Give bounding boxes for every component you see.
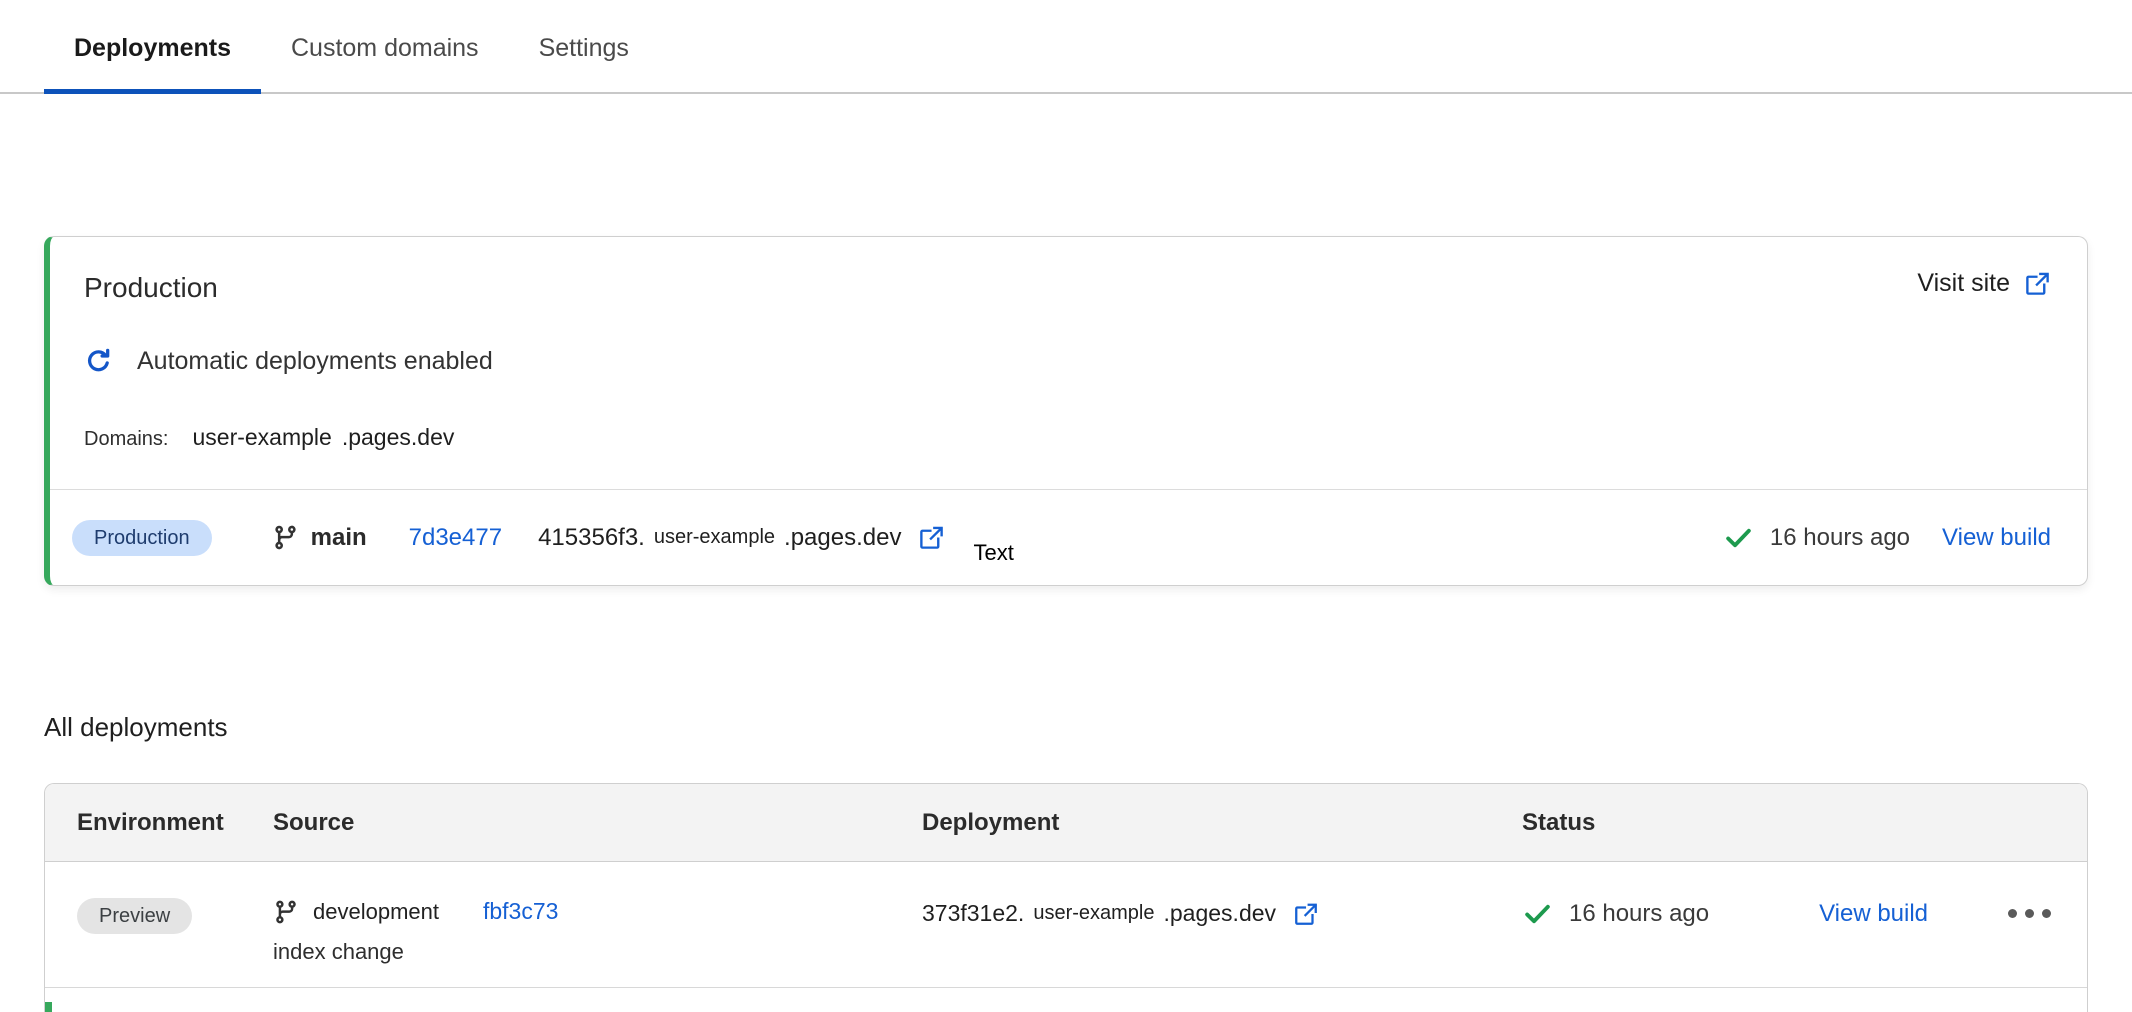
production-card-info: Production Visit site (50, 237, 2087, 489)
deployment-url-name: user-example (654, 526, 775, 549)
production-deployment-row: Production main 7d3e477 415356f3. user-e… (50, 489, 2087, 585)
environment-badge: Production (72, 520, 212, 556)
domains-label: Domains: (84, 428, 168, 451)
table-header: Environment Source Deployment Status (45, 784, 2087, 862)
external-link-icon[interactable] (1293, 901, 1319, 927)
commit-link[interactable]: fbf3c73 (483, 898, 558, 925)
deployments-page: Deployments Custom domains Settings Prod… (0, 0, 2132, 1012)
commit-link[interactable]: 7d3e477 (409, 524, 502, 552)
deployment-note: Text (973, 540, 1013, 566)
deployment-time: 16 hours ago (1569, 900, 1709, 928)
column-header-source: Source (273, 809, 922, 837)
git-branch-icon (272, 524, 299, 551)
deployment-url: 373f31e2. user-example .pages.dev (922, 898, 1522, 927)
column-header-environment: Environment (77, 809, 273, 837)
check-icon (1723, 522, 1754, 553)
git-branch-icon (273, 899, 299, 925)
domain-name: user-example (192, 424, 331, 451)
branch-name: development (313, 899, 439, 925)
view-build-link[interactable]: View build (1819, 900, 1928, 928)
column-header-status: Status (1522, 809, 2087, 837)
deployment-url: 415356f3. user-example .pages.dev (538, 524, 945, 552)
next-row-accent-sliver (45, 1002, 52, 1012)
deployment-url-hash: 373f31e2. (922, 900, 1024, 927)
external-link-icon (2024, 270, 2051, 297)
auto-deployments-text: Automatic deployments enabled (137, 347, 493, 376)
tab-deployments[interactable]: Deployments (44, 0, 261, 94)
check-icon (1522, 898, 1553, 929)
production-card-title: Production (84, 269, 218, 307)
view-build-link[interactable]: View build (1942, 524, 2051, 552)
column-header-deployment: Deployment (922, 809, 1522, 837)
deployment-url-suffix: .pages.dev (784, 524, 901, 552)
production-card: Production Visit site (44, 236, 2088, 586)
deployment-time: 16 hours ago (1770, 524, 1910, 552)
table-row: Preview development fbf3c73 index change… (45, 862, 2087, 988)
tab-custom-domains[interactable]: Custom domains (261, 0, 509, 94)
visit-site-label: Visit site (1917, 269, 2010, 298)
deployment-url-suffix: .pages.dev (1164, 900, 1277, 927)
deployment-url-hash: 415356f3. (538, 524, 645, 552)
refresh-icon (84, 347, 113, 376)
tab-bar: Deployments Custom domains Settings (0, 0, 2132, 94)
external-link-icon[interactable] (918, 524, 945, 551)
domain-suffix: .pages.dev (342, 424, 455, 451)
tab-settings[interactable]: Settings (509, 0, 659, 94)
visit-site-link[interactable]: Visit site (1917, 269, 2051, 298)
environment-badge: Preview (77, 898, 192, 934)
all-deployments-table: Environment Source Deployment Status Pre… (44, 783, 2088, 1012)
branch-name: main (311, 524, 367, 552)
all-deployments-heading: All deployments (44, 712, 228, 743)
deployment-url-name: user-example (1033, 902, 1154, 925)
overflow-menu-icon[interactable] (2006, 903, 2053, 924)
commit-message: index change (273, 939, 922, 965)
